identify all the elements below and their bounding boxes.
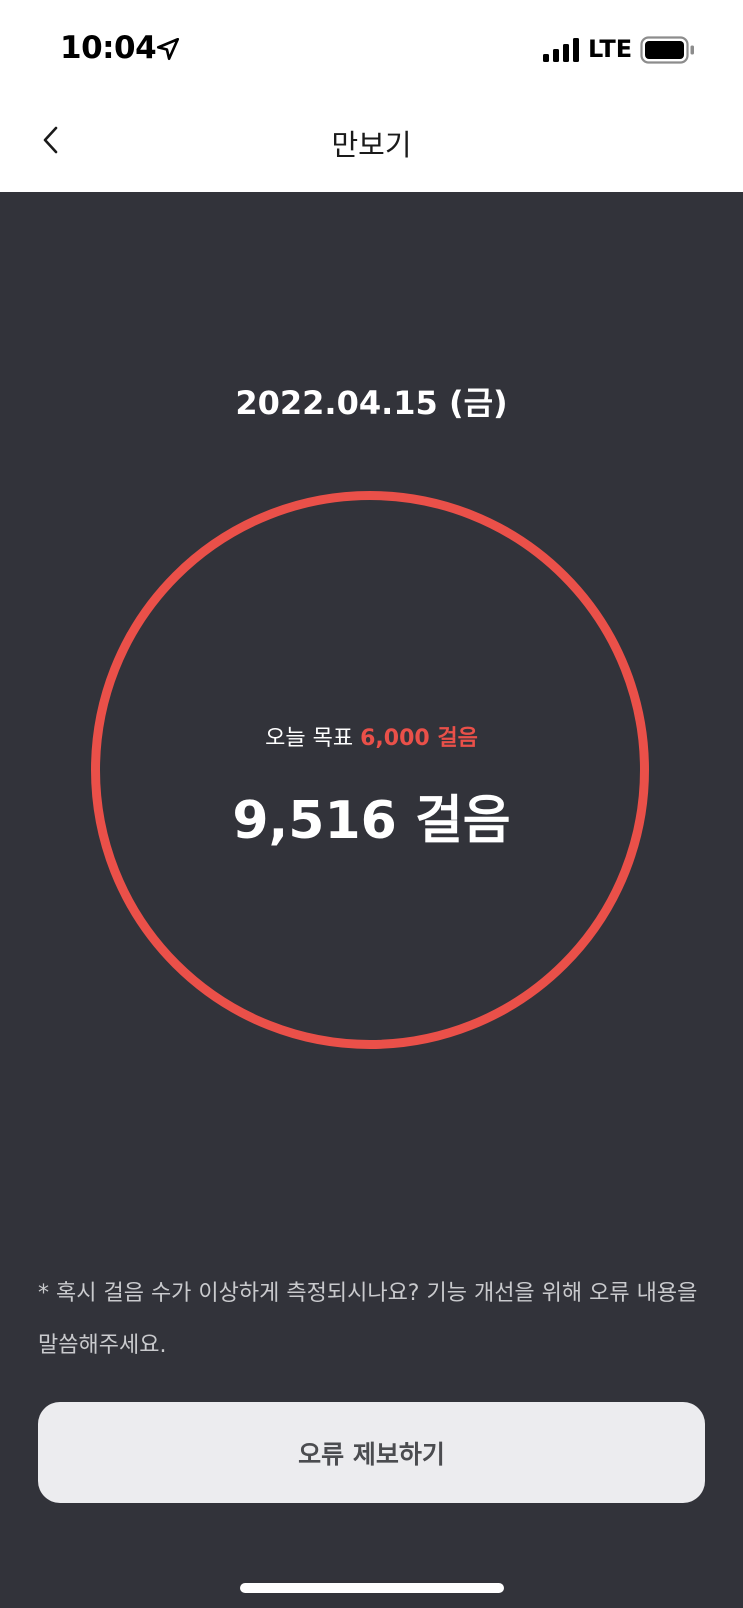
step-count: 9,516 걸음 (232, 791, 511, 851)
goal-prefix: 오늘 목표 (265, 726, 354, 751)
app-header: 10:04 LTE 만보기 (0, 0, 743, 192)
status-time: 10:04 (60, 30, 157, 66)
cellular-signal-icon (543, 38, 579, 62)
report-error-button[interactable]: 오류 제보하기 (38, 1402, 705, 1503)
status-bar: 10:04 LTE (0, 0, 743, 100)
error-notice-text: * 혹시 걸음 수가 이상하게 측정되시나요? 기능 개선을 위해 오류 내용을… (38, 1281, 698, 1358)
home-indicator (240, 1583, 504, 1593)
network-type-label: LTE (588, 35, 633, 63)
navigation-bar: 만보기 (0, 100, 743, 192)
date-label: 2022.04.15 (금) (235, 384, 508, 422)
goal-value: 6,000 걸음 (360, 726, 478, 751)
step-goal-ring (91, 491, 649, 1049)
daily-goal-line: 오늘 목표 6,000 걸음 (0, 720, 743, 752)
battery-icon (640, 36, 694, 64)
page-title: 만보기 (331, 128, 412, 162)
location-arrow-icon (156, 37, 180, 61)
